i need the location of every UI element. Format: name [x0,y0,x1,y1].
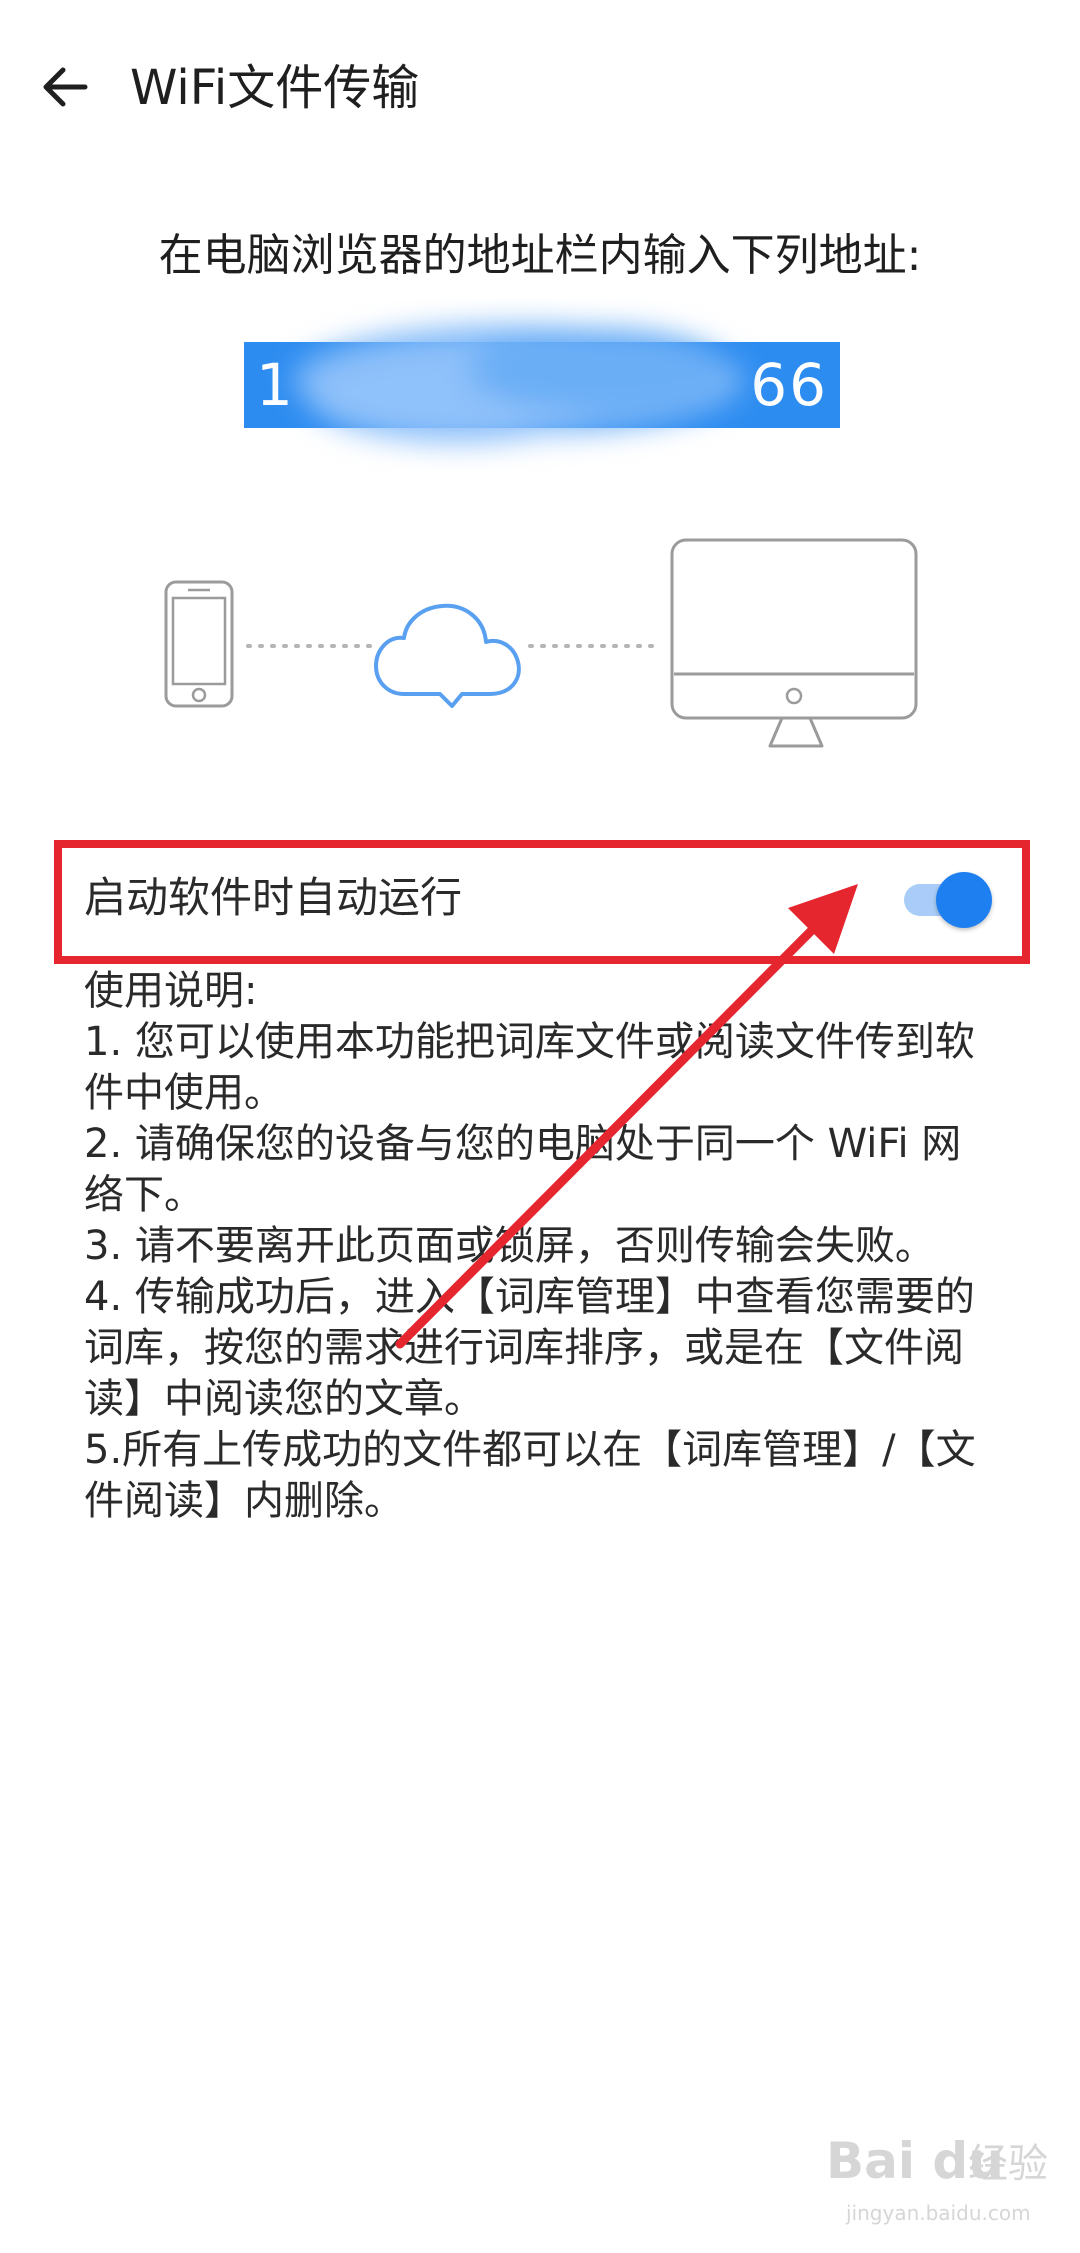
usage-line: 络下。 [84,1172,204,1218]
usage-line: 词库，按您的需求进行词库排序，或是在【文件阅 [84,1325,964,1371]
arrow-left-icon [43,67,88,107]
monitor-icon [670,538,918,748]
watermark-brand: 经验 [968,2141,1048,2187]
usage-line: 5.所有上传成功的文件都可以在【词库管理】/【文 [84,1427,976,1473]
back-button[interactable] [30,52,100,122]
watermark-domain: jingyan.baidu.com [846,2201,1031,2225]
usage-line: 4. 传输成功后，进入【词库管理】中查看您需要的 [84,1274,975,1320]
address-redaction-blur [293,325,743,443]
page-title: WiFi文件传输 [130,60,420,116]
toggle-thumb [936,872,992,928]
usage-line: 3. 请不要离开此页面或锁屏，否则传输会失败。 [84,1223,935,1269]
usage-line: 件中使用。 [84,1070,284,1116]
connection-diagram [164,538,918,748]
usage-line: 读】中阅读您的文章。 [84,1376,484,1422]
cloud-icon [374,603,521,708]
usage-line: 2. 请确保您的设备与您的电脑处于同一个 WiFi 网 [84,1121,962,1167]
usage-line: 1. 您可以使用本功能把词库文件或阅读文件传到软 [84,1019,975,1065]
app-header: WiFi文件传输 [0,0,1080,176]
address-instruction: 在电脑浏览器的地址栏内输入下列地址: [158,230,922,281]
auto-run-toggle[interactable] [900,872,992,928]
usage-heading: 使用说明: [84,968,258,1014]
auto-run-label: 启动软件时自动运行 [84,873,463,922]
usage-instructions: 使用说明: 1. 您可以使用本功能把词库文件或阅读文件传到软 件中使用。 2. … [84,966,1004,1527]
phone-icon [164,580,234,708]
usage-line: 件阅读】内删除。 [84,1478,404,1524]
watermark: Bai du 经验 jingyan.baidu.com [826,2126,1056,2236]
